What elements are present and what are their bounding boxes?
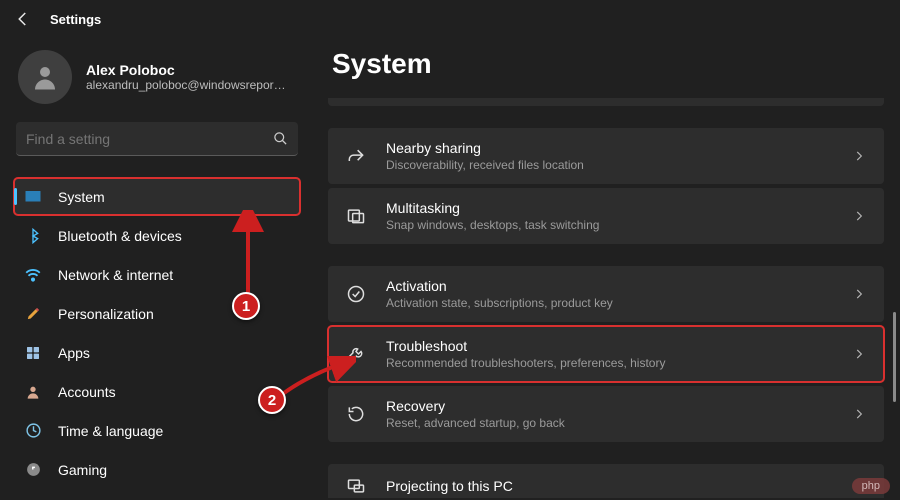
selection-accent [14, 188, 17, 205]
sidebar-item-bluetooth[interactable]: Bluetooth & devices [14, 217, 300, 254]
sidebar-item-label: Gaming [58, 462, 107, 478]
card-activation[interactable]: Activation Activation state, subscriptio… [328, 266, 884, 322]
card-nearby-sharing[interactable]: Nearby sharing Discoverability, received… [328, 128, 884, 184]
sidebar-item-label: Network & internet [58, 267, 173, 283]
display-icon [24, 188, 42, 206]
card-recovery[interactable]: Recovery Reset, advanced startup, go bac… [328, 386, 884, 442]
card-title: Multitasking [386, 200, 832, 216]
watermark: php [852, 478, 890, 494]
check-circle-icon [346, 284, 366, 304]
card-projecting[interactable]: Projecting to this PC [328, 464, 884, 498]
sidebar-item-label: Apps [58, 345, 90, 361]
sidebar-item-personalization[interactable]: Personalization [14, 295, 300, 332]
sidebar-item-gaming[interactable]: Gaming [14, 451, 300, 488]
sidebar-item-label: Personalization [58, 306, 154, 322]
chevron-right-icon [852, 149, 866, 163]
search-input[interactable] [26, 131, 273, 147]
search-box[interactable] [16, 122, 298, 156]
sidebar-item-label: Bluetooth & devices [58, 228, 182, 244]
avatar [18, 50, 72, 104]
card-title: Activation [386, 278, 832, 294]
account-email: alexandru_poloboc@windowsreport... [86, 78, 286, 92]
brush-icon [24, 305, 42, 323]
card-title: Troubleshoot [386, 338, 832, 354]
card-partial-top [328, 98, 884, 106]
wrench-icon [346, 344, 366, 364]
card-title: Recovery [386, 398, 832, 414]
gaming-icon [24, 461, 42, 479]
sidebar-item-system[interactable]: System [14, 178, 300, 215]
card-multitasking[interactable]: Multitasking Snap windows, desktops, tas… [328, 188, 884, 244]
sidebar: Alex Poloboc alexandru_poloboc@windowsre… [0, 32, 306, 498]
chevron-right-icon [852, 209, 866, 223]
chevron-right-icon [852, 407, 866, 421]
card-troubleshoot[interactable]: Troubleshoot Recommended troubleshooters… [328, 326, 884, 382]
share-icon [346, 146, 366, 166]
multitask-icon [346, 206, 366, 226]
card-title: Projecting to this PC [386, 478, 866, 494]
sidebar-item-label: Accounts [58, 384, 116, 400]
sidebar-item-accounts[interactable]: Accounts [14, 373, 300, 410]
project-icon [346, 476, 366, 496]
account-name: Alex Poloboc [86, 62, 286, 78]
card-subtitle: Recommended troubleshooters, preferences… [386, 356, 832, 370]
wifi-icon [24, 266, 42, 284]
sidebar-item-network[interactable]: Network & internet [14, 256, 300, 293]
sidebar-item-time-language[interactable]: Time & language [14, 412, 300, 449]
sidebar-item-label: Time & language [58, 423, 163, 439]
page-title: System [332, 48, 884, 80]
back-icon[interactable] [14, 10, 32, 28]
sidebar-item-label: System [58, 189, 105, 205]
clock-globe-icon [24, 422, 42, 440]
recovery-icon [346, 404, 366, 424]
bluetooth-icon [24, 227, 42, 245]
account-block[interactable]: Alex Poloboc alexandru_poloboc@windowsre… [14, 42, 300, 118]
app-title: Settings [50, 12, 101, 27]
card-subtitle: Snap windows, desktops, task switching [386, 218, 832, 232]
apps-icon [24, 344, 42, 362]
main-content: System Nearby sharing Discoverability, r… [306, 32, 900, 498]
card-subtitle: Reset, advanced startup, go back [386, 416, 832, 430]
person-icon [24, 383, 42, 401]
sidebar-item-apps[interactable]: Apps [14, 334, 300, 371]
card-subtitle: Discoverability, received files location [386, 158, 832, 172]
card-title: Nearby sharing [386, 140, 832, 156]
scrollbar-thumb[interactable] [893, 312, 896, 402]
chevron-right-icon [852, 287, 866, 301]
chevron-right-icon [852, 347, 866, 361]
search-icon [273, 131, 288, 146]
card-subtitle: Activation state, subscriptions, product… [386, 296, 832, 310]
